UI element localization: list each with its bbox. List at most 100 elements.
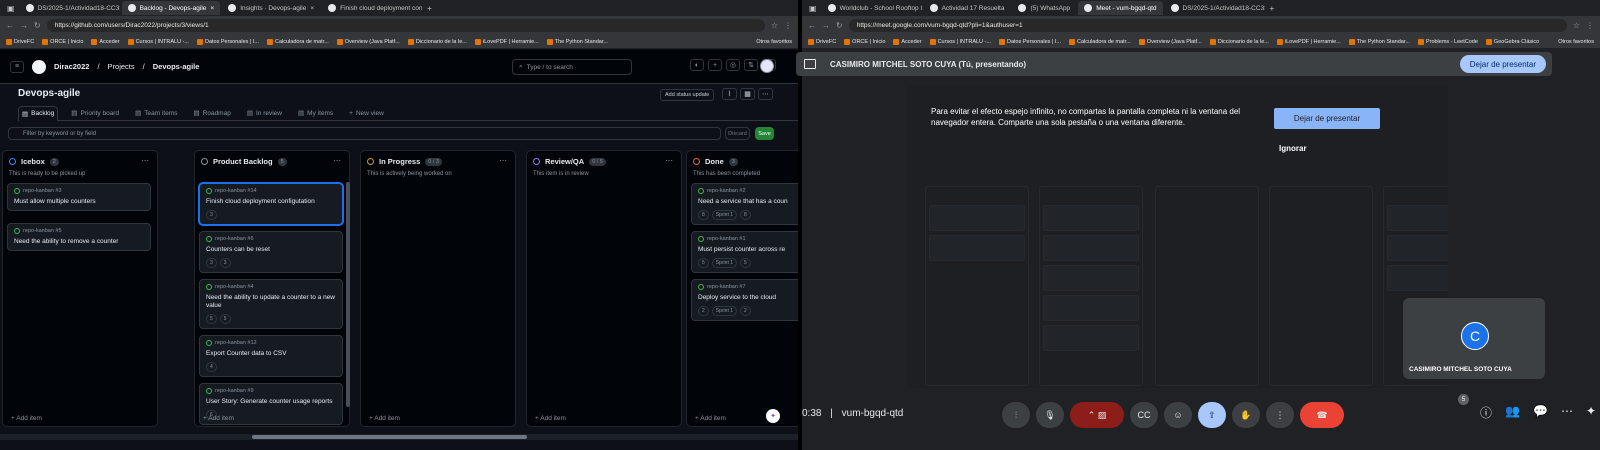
camera-off-button[interactable]: ⌃ ▨: [1070, 402, 1124, 428]
column-scrollbar[interactable]: [346, 182, 350, 407]
bookmark-item[interactable]: Calculadora de matr...: [266, 38, 329, 45]
column-more-icon[interactable]: ⋯: [141, 156, 149, 165]
tab-view-new-view[interactable]: + New view: [346, 106, 387, 121]
url-input[interactable]: https://meet.google.com/vum-bgqd-qtd?pli…: [848, 19, 1567, 32]
column-more-icon[interactable]: ⋯: [333, 156, 341, 165]
tab-search-icon[interactable]: ▣: [806, 4, 820, 13]
menu-icon[interactable]: ⋮: [1586, 21, 1594, 30]
issue-card[interactable]: repo-kanban #12 Export Counter data to CS…: [199, 335, 343, 377]
layout-icon[interactable]: ▦: [740, 88, 755, 100]
bookmark-item[interactable]: Datos Personales | I...: [196, 38, 259, 45]
back-icon[interactable]: ←: [6, 21, 14, 30]
breadcrumb-user[interactable]: Dirac2022: [54, 62, 89, 71]
host-controls-icon[interactable]: ✦: [1586, 404, 1596, 421]
add-status-update-button[interactable]: Add status update: [660, 89, 715, 101]
bookmark-item[interactable]: Cursos | INTRALU -...: [127, 38, 189, 45]
user-avatar[interactable]: [760, 59, 774, 73]
issue-card[interactable]: repo-kanban #5 Need the ability to remove…: [7, 223, 151, 251]
bookmarks-other-folder[interactable]: Otros favoritos: [1558, 39, 1594, 45]
bookmark-item[interactable]: Problems - LeetCode: [1417, 38, 1478, 45]
bookmark-item[interactable]: DriveFC: [808, 38, 836, 45]
add-item-button[interactable]: + Add item: [11, 415, 42, 422]
people-icon[interactable]: 👥: [1505, 404, 1520, 421]
add-item-button[interactable]: + Add item: [535, 415, 566, 422]
tab-view-backlog[interactable]: ▤ Backlog: [18, 105, 59, 121]
extensions-icon[interactable]: ⋮: [784, 21, 792, 30]
chat-icon[interactable]: 💬: [1533, 404, 1548, 421]
browser-tab[interactable]: (5) WhatsApp: [1012, 1, 1076, 15]
captions-icon[interactable]: CC: [1130, 402, 1158, 428]
leave-call-button[interactable]: ☎: [1300, 402, 1344, 428]
discard-button[interactable]: Discard: [725, 127, 750, 140]
add-item-button[interactable]: + Add item: [695, 415, 726, 422]
bookmark-item[interactable]: The Python Standar...: [546, 38, 608, 45]
horizontal-scrollbar[interactable]: [0, 434, 798, 440]
bookmark-item[interactable]: Cursos | INTRALU -...: [929, 38, 991, 45]
breadcrumb-projects[interactable]: Projects: [108, 62, 135, 71]
browser-tab[interactable]: DS/2025-1/Actividad18-CC3S2.m×: [20, 1, 120, 15]
bookmark-item[interactable]: Acceder: [91, 38, 120, 45]
add-item-button[interactable]: + Add item: [203, 415, 234, 422]
bookmark-item[interactable]: iLovePDF | Herramie...: [1276, 38, 1341, 45]
bookmark-item[interactable]: Overview (Java Platf...: [1138, 38, 1202, 45]
url-input[interactable]: https://github.com/users/Dirac2022/proje…: [46, 19, 765, 32]
column-more-icon[interactable]: ⋯: [665, 156, 673, 165]
issue-card[interactable]: repo-kanban #6 Counters can be reset 3 3: [199, 231, 343, 273]
add-item-button[interactable]: + Add item: [369, 415, 400, 422]
browser-tab[interactable]: Actividad 17 Resuelta: [924, 1, 1011, 15]
microphone-icon[interactable]: 🎙: [1036, 402, 1064, 428]
raise-hand-icon[interactable]: ✋: [1232, 402, 1260, 428]
column-more-icon[interactable]: ⋯: [499, 156, 507, 165]
more-options-icon[interactable]: ⋮: [1266, 402, 1294, 428]
breadcrumb-project[interactable]: Devops-agile: [153, 62, 200, 71]
issue-card[interactable]: repo-kanban #2 Need a service that has a …: [691, 183, 798, 225]
bookmark-item[interactable]: Diccionario de la le...: [407, 38, 467, 45]
stop-presenting-button[interactable]: Dejar de presentar: [1459, 55, 1546, 73]
self-video-tile[interactable]: C CASIMIRO MITCHEL SOTO CUYA: [1403, 298, 1545, 379]
tab-view-roadmap[interactable]: ▤ Roadmap: [190, 106, 233, 121]
insights-icon[interactable]: ⌇: [722, 88, 737, 100]
bookmark-item[interactable]: Datos Personales | I...: [998, 38, 1061, 45]
hamburger-menu-icon[interactable]: ≡: [10, 60, 24, 73]
issues-icon[interactable]: ◎: [726, 59, 740, 71]
issue-card[interactable]: repo-kanban #1 Must persist counter acros…: [691, 231, 798, 273]
bookmark-item[interactable]: Acceder: [893, 38, 922, 45]
issue-card[interactable]: repo-kanban #7 Deploy service to the clou…: [691, 279, 798, 321]
issue-card[interactable]: repo-kanban #3 Must allow multiple counte…: [7, 183, 151, 211]
bookmark-item[interactable]: The Python Standar...: [1348, 38, 1410, 45]
copilot-icon[interactable]: ◐: [690, 59, 704, 71]
bookmark-item[interactable]: Overview (Java Platf...: [336, 38, 400, 45]
issue-card[interactable]: repo-kanban #4 Need the ability to update…: [199, 279, 343, 329]
browser-tab[interactable]: DS/2025-1/Actividad18-CC3S2: [1165, 1, 1265, 15]
browser-tab[interactable]: Backlog - Devops-agile ×: [121, 1, 221, 15]
bookmark-star-icon[interactable]: ☆: [771, 21, 778, 30]
forward-icon[interactable]: →: [822, 21, 830, 30]
info-icon[interactable]: ⓘ: [1480, 404, 1492, 421]
more-options-icon[interactable]: ⋯: [758, 88, 773, 100]
issue-card[interactable]: repo-kanban #14 Finish cloud deployment c…: [199, 183, 343, 225]
browser-tab[interactable]: Worldclub - School Rooftop Inter: [822, 1, 922, 15]
tab-view-priority-board[interactable]: ▤ Priority board: [68, 106, 122, 121]
activities-icon[interactable]: ⋯: [1561, 404, 1573, 421]
filter-input[interactable]: Filter by keyword or by field: [8, 127, 721, 140]
bookmark-item[interactable]: ORCE | Inicio: [844, 38, 885, 45]
new-tab-button[interactable]: +: [424, 4, 435, 13]
present-screen-button[interactable]: ⇪: [1198, 402, 1226, 428]
new-tab-button[interactable]: +: [1267, 4, 1278, 13]
copilot-fab-icon[interactable]: ✦: [766, 409, 780, 423]
reload-icon[interactable]: ↻: [836, 21, 843, 30]
bookmark-item[interactable]: GeoGebra Clásico: [1485, 38, 1539, 45]
bookmark-star-icon[interactable]: ☆: [1573, 21, 1580, 30]
tab-close-icon[interactable]: ×: [310, 5, 314, 12]
back-icon[interactable]: ←: [808, 21, 816, 30]
browser-tab[interactable]: Finish cloud deployment configu×: [322, 1, 422, 15]
tab-view-team-items[interactable]: ▤ Team items: [132, 106, 180, 121]
browser-tab[interactable]: Meet - vum-bgqd-qtd: [1078, 1, 1163, 15]
audio-levels-icon[interactable]: ⫶: [1002, 402, 1030, 428]
bookmark-item[interactable]: Calculadora de matr...: [1068, 38, 1131, 45]
pull-requests-icon[interactable]: ⇅: [744, 59, 758, 71]
tab-view-my-items[interactable]: ▤ My items: [295, 106, 336, 121]
bookmark-item[interactable]: ORCE | Inicio: [42, 38, 83, 45]
browser-tab[interactable]: Insights · Devops-agile ×: [222, 1, 320, 15]
forward-icon[interactable]: →: [20, 21, 28, 30]
